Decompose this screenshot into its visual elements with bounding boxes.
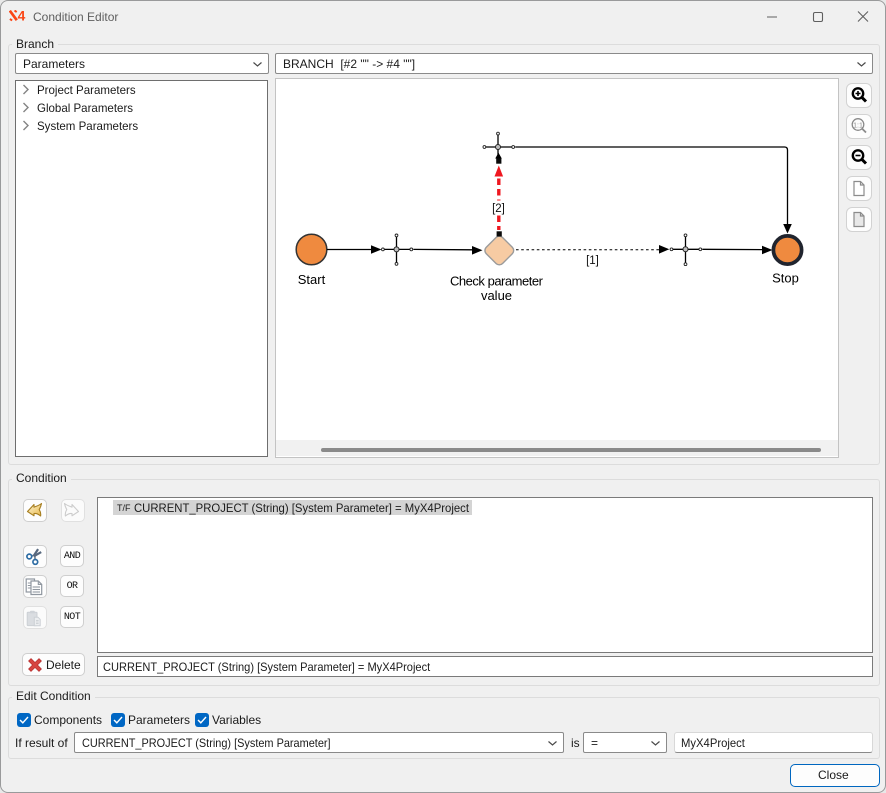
svg-text:1:1: 1:1 [853, 122, 863, 129]
svg-text:[2]: [2] [492, 203, 505, 215]
svg-text:Stop: Stop [772, 271, 799, 286]
svg-text:value: value [481, 288, 512, 303]
svg-text:Start: Start [298, 272, 326, 287]
svg-text:4: 4 [18, 10, 26, 22]
svg-text:Check parameter: Check parameter [450, 274, 544, 289]
svg-text:[1]: [1] [586, 255, 599, 267]
